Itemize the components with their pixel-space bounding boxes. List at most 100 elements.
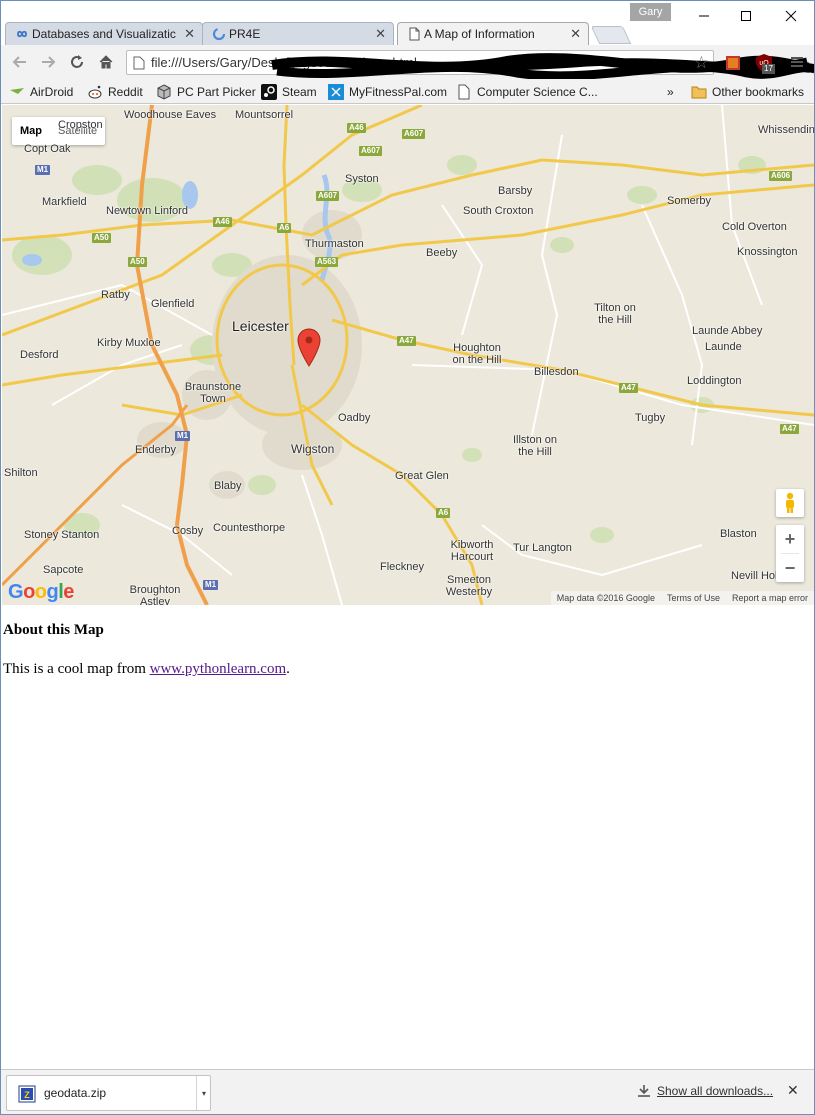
road-shield: M1 [203, 580, 219, 590]
steam-icon [261, 84, 277, 100]
road-shield: A607 [359, 146, 383, 156]
tab-title: A Map of Information [424, 27, 535, 41]
tab-close-icon[interactable]: ✕ [184, 26, 195, 42]
zip-file-icon: Z [18, 1085, 36, 1103]
road-shield: A607 [402, 129, 426, 139]
tab-pr4e[interactable]: PR4E ✕ [202, 22, 394, 45]
map-place-label: Knossington [737, 246, 798, 258]
map-place-label: Wigston [291, 442, 335, 456]
terms-link[interactable]: Terms of Use [661, 591, 726, 605]
map-place-label: Nevill Holt [731, 570, 781, 582]
show-all-downloads-link[interactable]: Show all downloads... [637, 1084, 773, 1098]
map-place-label: Leicester [232, 318, 289, 334]
bookmark-label: AirDroid [30, 85, 74, 99]
maximize-button[interactable] [723, 1, 769, 31]
new-tab-button[interactable] [590, 26, 632, 44]
road-shield: A6 [436, 508, 451, 518]
map-place-label: Enderby [135, 444, 176, 456]
minimize-button[interactable] [681, 1, 727, 31]
home-button[interactable] [95, 51, 117, 73]
road-shield: A47 [397, 336, 416, 346]
address-bar[interactable]: file:///Users/Gary/Desktop/geodata/where… [126, 50, 814, 81]
bookmark-reddit[interactable]: Reddit [87, 83, 143, 101]
download-icon [638, 1085, 650, 1097]
map-place-label: Mountsorrel [235, 109, 294, 121]
show-all-downloads-label: Show all downloads... [657, 1084, 774, 1098]
report-error-link[interactable]: Report a map error [726, 591, 814, 605]
minimize-icon [699, 15, 709, 17]
map-type-map-button[interactable]: Map [12, 117, 50, 145]
close-window-button[interactable] [768, 1, 814, 31]
road-shield: A606 [769, 171, 793, 181]
menu-button[interactable] [786, 51, 808, 73]
bookmarks-overflow-button[interactable]: » [667, 83, 674, 101]
download-options-button[interactable]: ▾ [196, 1076, 211, 1110]
close-downloads-bar-icon[interactable]: ✕ [787, 1082, 799, 1099]
zoom-in-button[interactable]: + [776, 525, 804, 553]
cube-icon [157, 84, 171, 100]
bookmark-label: PC Part Picker [177, 85, 256, 99]
reddit-icon [88, 85, 102, 99]
page-icon [458, 84, 470, 100]
download-item[interactable]: Z geodata.zip ▾ [6, 1075, 211, 1111]
tab-close-icon[interactable]: ✕ [375, 26, 386, 42]
extension-badge: 17 [762, 64, 775, 74]
close-icon [785, 10, 797, 22]
download-file-name: geodata.zip [44, 1086, 107, 1100]
tab-databases[interactable]: Databases and Visualizatic ✕ [5, 22, 203, 45]
map-place-label: Launde [705, 341, 742, 353]
chevron-down-icon: ▾ [201, 1088, 206, 1098]
map-data-credit: Map data ©2016 Google [556, 593, 655, 603]
map-place-label: Copt Oak [24, 143, 71, 155]
map-place-label: Markfield [42, 196, 87, 208]
bookmark-myfitnesspal[interactable]: MyFitnessPal.com [328, 83, 447, 101]
bookmark-star-icon[interactable]: ☆ [694, 53, 709, 73]
map-place-label: Cosby [172, 525, 204, 537]
map-place-label: Great Glen [395, 470, 449, 482]
bookmark-steam[interactable]: Steam [261, 83, 317, 101]
map-place-label: South Croxton [463, 205, 534, 217]
street-view-button[interactable] [776, 489, 804, 517]
downloads-bar: Z geodata.zip ▾ Show all downloads... ✕ [1, 1069, 814, 1114]
google-logo[interactable]: Google [8, 579, 75, 605]
road-shield: A50 [128, 257, 147, 267]
map-place-label: Tugby [635, 412, 666, 424]
reload-button[interactable] [66, 51, 88, 73]
map-place-label: Smeeton Westerby [445, 574, 493, 598]
map-place-label: Launde Abbey [692, 325, 763, 337]
map-place-label: Kirby Muxloe [97, 337, 161, 349]
road-shield: A50 [92, 233, 111, 243]
loading-icon [212, 27, 226, 41]
map-place-label: Newtown Linford [106, 205, 188, 217]
hamburger-menu-icon [791, 57, 803, 67]
page-description: This is a cool map from www.pythonlearn.… [3, 661, 813, 678]
page-content: About this Map This is a cool map from w… [3, 606, 813, 678]
profile-button[interactable]: Gary [630, 3, 671, 21]
bookmark-other-folder[interactable]: Other bookmarks [691, 83, 804, 101]
zoom-out-button[interactable]: − [776, 554, 804, 582]
extension-icon[interactable] [723, 53, 743, 73]
bookmark-label: Reddit [108, 85, 143, 99]
map-place-label: Glenfield [151, 298, 195, 310]
tab-title: PR4E [229, 27, 261, 41]
map-marker-icon[interactable] [296, 327, 322, 367]
back-button[interactable] [9, 51, 31, 73]
forward-button[interactable] [37, 51, 59, 73]
pythonlearn-link[interactable]: www.pythonlearn.com [150, 661, 287, 677]
tab-title: Databases and Visualizatic [32, 27, 176, 41]
browser-toolbar: file:///Users/Gary/Desktop/geodata/where… [1, 45, 814, 81]
bookmark-pc-part-picker[interactable]: PC Part Picker [156, 83, 256, 101]
map-place-label: Cold Overton [722, 221, 787, 233]
map-place-label: Desford [20, 349, 59, 361]
bookmark-computer-science[interactable]: Computer Science C... [456, 83, 598, 101]
tab-map-of-information[interactable]: A Map of Information ✕ [397, 22, 589, 45]
ublock-icon[interactable]: uO 17 [754, 53, 775, 74]
map-canvas[interactable]: Map Satellite Cropston Woodhouse Eaves M… [2, 105, 814, 605]
map-place-label: Tilton on the Hill [594, 302, 636, 326]
bookmark-airdroid[interactable]: AirDroid [9, 83, 73, 101]
map-place-label: Billesdon [534, 366, 579, 378]
road-shield: A6 [277, 223, 292, 233]
svg-text:Google: Google [8, 581, 74, 603]
page-icon [409, 27, 420, 41]
tab-close-icon[interactable]: ✕ [570, 26, 581, 42]
